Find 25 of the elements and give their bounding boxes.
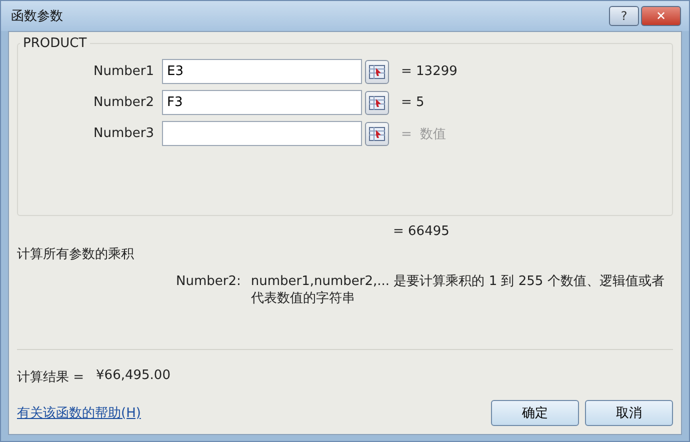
argument-label: Number1 [92,64,155,79]
formula-result: = 66495 [393,224,450,239]
argument-result: = 数值 [401,126,446,142]
close-button[interactable]: ✕ [641,6,681,26]
function-name: PRODUCT [22,36,88,51]
argument-help-label: Number2: [176,273,241,291]
help-button[interactable]: ? [609,6,639,26]
cell-reference-icon[interactable] [365,60,389,84]
argument-field[interactable] [162,121,362,146]
argument-label: Number2 [92,95,155,110]
help-link[interactable]: 有关该函数的帮助(H) [17,404,141,422]
window-title: 函数参数 [11,8,63,25]
calc-result-label: 计算结果 = [17,369,84,386]
dialog-button[interactable]: 确定 [491,400,579,426]
argument-field[interactable]: E3 [162,59,362,84]
function-description: 计算所有参数的乘积 [17,246,135,263]
argument-label: Number3 [92,126,155,141]
argument-result: = 5 [401,95,424,110]
argument-field[interactable]: F3 [162,90,362,115]
cell-reference-icon[interactable] [365,90,389,114]
cell-reference-icon[interactable] [365,122,389,146]
argument-result: = 13299 [401,64,458,79]
calc-result-value: ¥66,495.00 [96,368,170,385]
argument-help-text: number1,number2,... 是要计算乘积的 1 到 255 个数值、逻辑值或者代表数值的字符串 [250,273,666,307]
dialog-button[interactable]: 取消 [585,400,673,426]
